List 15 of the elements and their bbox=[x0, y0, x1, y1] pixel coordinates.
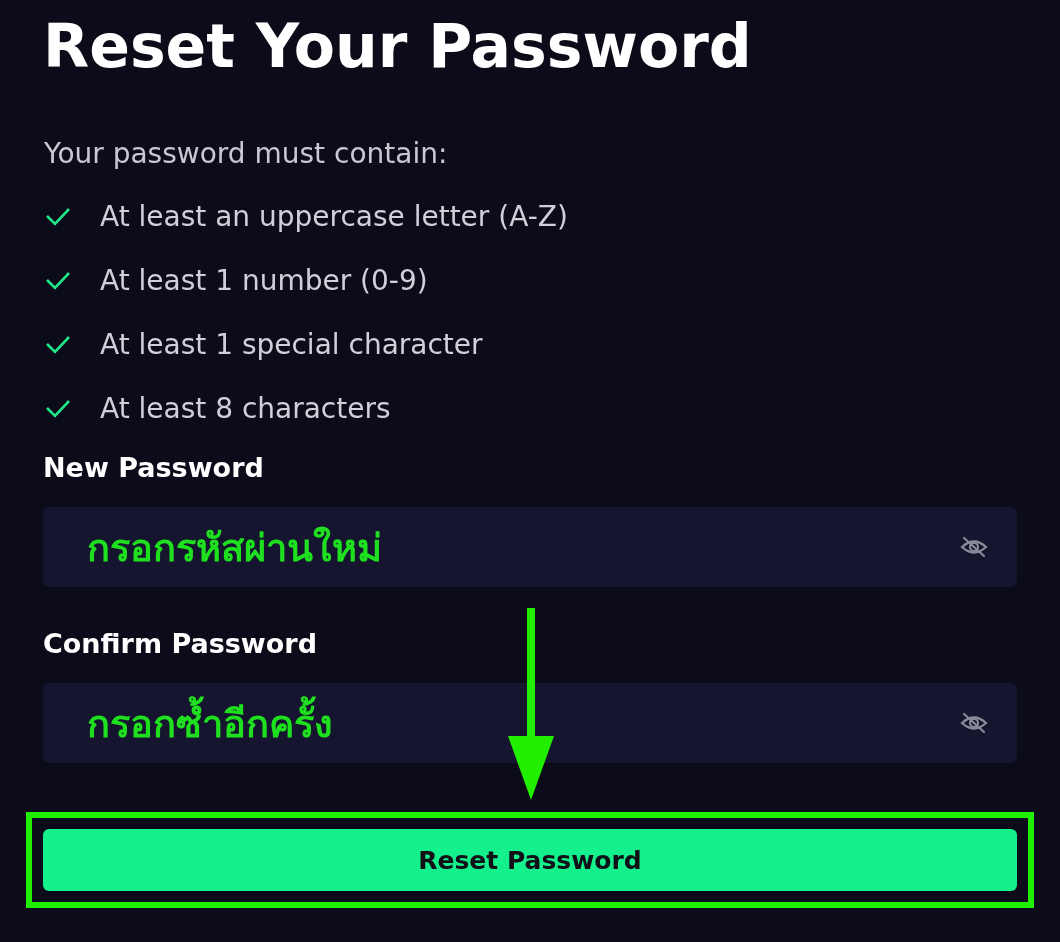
requirement-text: At least an uppercase letter (A-Z) bbox=[100, 199, 568, 233]
annotation-text: กรอกซ้ำอีกครั้ง bbox=[87, 692, 959, 754]
field-label: Confirm Password bbox=[43, 627, 318, 661]
page-title: Reset Your Password bbox=[42, 10, 753, 82]
requirements-heading: Your password must contain: bbox=[44, 136, 449, 172]
reset-password-button[interactable]: Reset Password bbox=[43, 829, 1017, 891]
password-field[interactable]: กรอกซ้ำอีกครั้ง bbox=[43, 683, 1017, 763]
requirement-text: At least 8 characters bbox=[100, 391, 391, 425]
hide-password-icon[interactable] bbox=[959, 535, 989, 559]
hide-password-icon[interactable] bbox=[959, 711, 989, 735]
password-field[interactable]: กรอกรหัสผ่านใหม่ bbox=[43, 507, 1017, 587]
requirement-text: At least 1 special character bbox=[100, 327, 483, 361]
annotation-text: กรอกรหัสผ่านใหม่ bbox=[87, 524, 383, 572]
field-label: New Password bbox=[43, 451, 265, 485]
requirement-text: At least 1 number (0-9) bbox=[100, 263, 428, 297]
